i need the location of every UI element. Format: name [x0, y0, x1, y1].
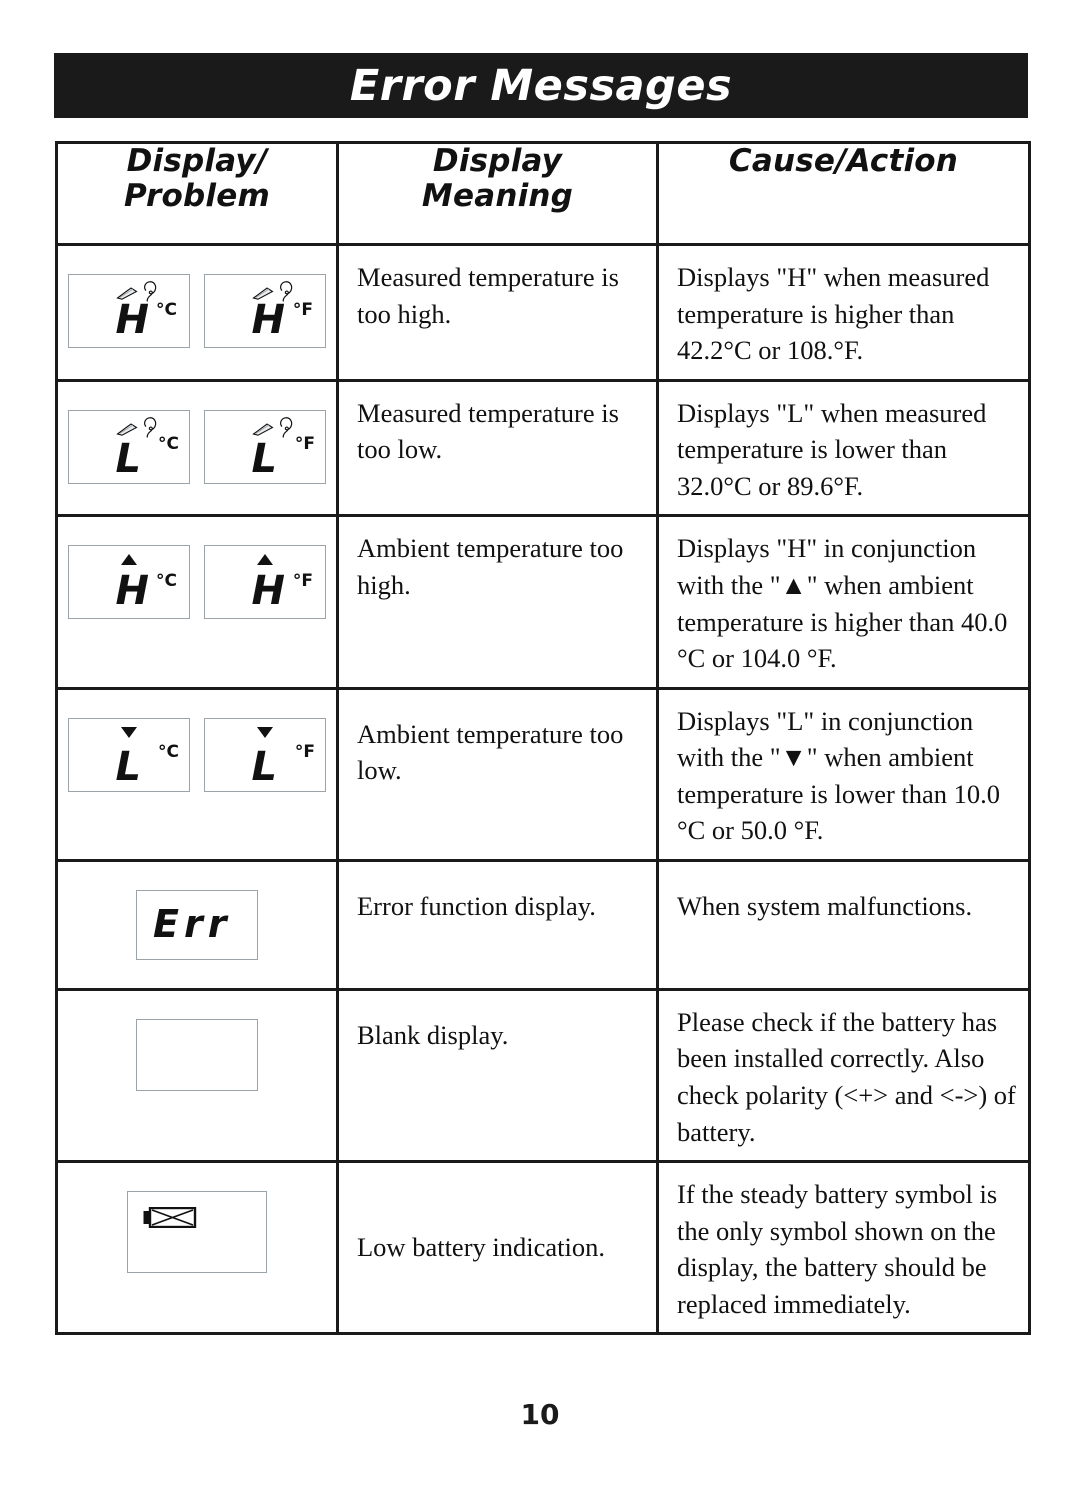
lcd-character: L [251, 435, 278, 482]
lcd-character: H [251, 297, 285, 343]
lcd-unit-label: °C [158, 741, 179, 762]
lcd-unit-label: °C [158, 433, 179, 454]
cause-action-cell: If the steady battery symbol is the only… [656, 1160, 1031, 1336]
lcd-panel-fahrenheit: L °F [204, 717, 326, 792]
lcd-unit-label: °F [292, 300, 313, 320]
lcd-panel-error: Err [136, 889, 258, 960]
column-header-display-meaning-line1: Display [432, 143, 563, 179]
lcd-unit-label: °F [294, 433, 315, 454]
lcd-unit-label: °F [294, 741, 315, 762]
display-meaning-cell: Measured temperature is too low. [336, 378, 659, 518]
lcd-unit-label: °F [292, 571, 313, 592]
table-row: L °C L °F Ambient temperature too low. D… [55, 686, 1031, 862]
display-meaning-cell: Blank display. [336, 987, 659, 1164]
cause-action-cell: Displays "H" when measured temperature i… [656, 243, 1031, 382]
cause-action-text: Displays "H" when measured temperature i… [677, 262, 990, 366]
triangle-up-icon [257, 554, 273, 566]
cause-action-cell: When system malfunctions. [656, 858, 1031, 991]
display-problem-cell: H °C H °F [55, 514, 339, 690]
table-row: L °C L °F Measured temperature is too lo… [55, 378, 1031, 518]
ear-icon [280, 416, 293, 438]
display-meaning-text: Blank display. [357, 1019, 509, 1050]
cause-action-cell: Displays "H" in conjunction with the "▲"… [656, 514, 1031, 690]
triangle-down-icon [121, 726, 137, 738]
display-problem-cell [55, 1160, 339, 1336]
display-meaning-text: Ambient temperature too high. [357, 533, 624, 600]
display-meaning-cell: Ambient temperature too high. [336, 514, 659, 690]
probe-icon [116, 423, 138, 436]
lcd-character: L [251, 743, 278, 790]
display-problem-cell: H °C H °F [55, 243, 339, 382]
triangle-down-icon [257, 726, 273, 738]
page-number: 10 [520, 1398, 560, 1431]
cause-action-text: When system malfunctions. [677, 890, 973, 921]
lcd-panel-fahrenheit: H °F [204, 545, 326, 620]
display-problem-cell: L °C L °F [55, 686, 339, 862]
table-header-row: Display/ Problem Display Meaning Cause/A… [55, 141, 1031, 246]
lcd-panel-blank [136, 1018, 258, 1091]
column-header-display-meaning-line2: Meaning [421, 177, 574, 214]
page-title-banner: Error Messages [54, 53, 1028, 118]
table-body: H °C H °F Measured temperature is too hi… [55, 243, 1031, 1336]
lcd-unit-label: °C [156, 300, 177, 320]
lcd-character: L [115, 743, 142, 790]
lcd-character: H [115, 568, 149, 615]
display-problem-cell [55, 987, 339, 1164]
triangle-up-icon [121, 554, 137, 566]
display-meaning-cell: Measured temperature is too high. [336, 243, 659, 382]
cause-action-text: Displays "L" when measured temperature i… [677, 397, 987, 501]
display-problem-cell: L °C L °F [55, 378, 339, 518]
lcd-error-text: Err [153, 901, 232, 946]
table-row: H °C H °F Measured temperature is too hi… [55, 243, 1031, 382]
display-meaning-text: Measured temperature is too high. [357, 262, 619, 329]
display-meaning-text: Measured temperature is too low. [357, 397, 619, 465]
cause-action-text: Displays "L" in conjunction with the "▼"… [677, 705, 1001, 846]
column-header-display-meaning: Display Meaning [336, 141, 659, 246]
cause-action-text: Displays "H" in conjunction with the "▲"… [677, 533, 1008, 674]
low-battery-icon [143, 1207, 197, 1229]
table-header: Display/ Problem Display Meaning Cause/A… [55, 141, 1031, 246]
lcd-unit-label: °C [156, 571, 177, 592]
lcd-character: H [115, 297, 149, 343]
error-messages-table: Display/ Problem Display Meaning Cause/A… [55, 141, 1031, 1336]
display-meaning-text: Ambient temperature too low. [357, 718, 624, 786]
table-row: Blank display. Please check if the batte… [55, 987, 1031, 1164]
probe-icon [252, 423, 274, 436]
column-header-display-problem-line1: Display/ [126, 143, 268, 179]
cause-action-cell: Please check if the battery has been ins… [656, 987, 1031, 1164]
table-row: H °C H °F Ambient temperature too high. … [55, 514, 1031, 690]
lcd-panel-celsius: H °C [68, 545, 190, 620]
column-header-cause-action: Cause/Action [656, 141, 1031, 246]
cause-action-cell: Displays "L" in conjunction with the "▼"… [656, 686, 1031, 862]
lcd-panel-celsius: H °C [68, 274, 190, 348]
table-row: Low battery indication. If the steady ba… [55, 1160, 1031, 1336]
cause-action-text: Please check if the battery has been ins… [677, 1006, 1016, 1147]
column-header-cause-action-line1: Cause/Action [728, 143, 959, 179]
cause-action-cell: Displays "L" when measured temperature i… [656, 378, 1031, 518]
lcd-panel-celsius: L °C [68, 409, 190, 484]
display-meaning-cell: Low battery indication. [336, 1160, 659, 1336]
lcd-panel-fahrenheit: H °F [204, 274, 326, 348]
display-meaning-cell: Ambient temperature too low. [336, 686, 659, 862]
ear-icon [144, 416, 157, 438]
display-meaning-text: Error function display. [357, 890, 596, 921]
lcd-character: H [251, 568, 285, 615]
table-row: Err Error function display. When system … [55, 858, 1031, 991]
lcd-panel-fahrenheit: L °F [204, 409, 326, 484]
page-title: Error Messages [349, 60, 733, 111]
lcd-panel-celsius: L °C [68, 717, 190, 792]
display-problem-cell: Err [55, 858, 339, 991]
lcd-character: L [115, 435, 142, 482]
column-header-display-problem-line2: Problem [124, 177, 270, 214]
column-header-display-problem: Display/ Problem [55, 141, 339, 246]
cause-action-text: If the steady battery symbol is the only… [677, 1179, 998, 1319]
display-meaning-text: Low battery indication. [357, 1232, 605, 1263]
lcd-panel-low-battery [127, 1191, 267, 1274]
display-meaning-cell: Error function display. [336, 858, 659, 991]
